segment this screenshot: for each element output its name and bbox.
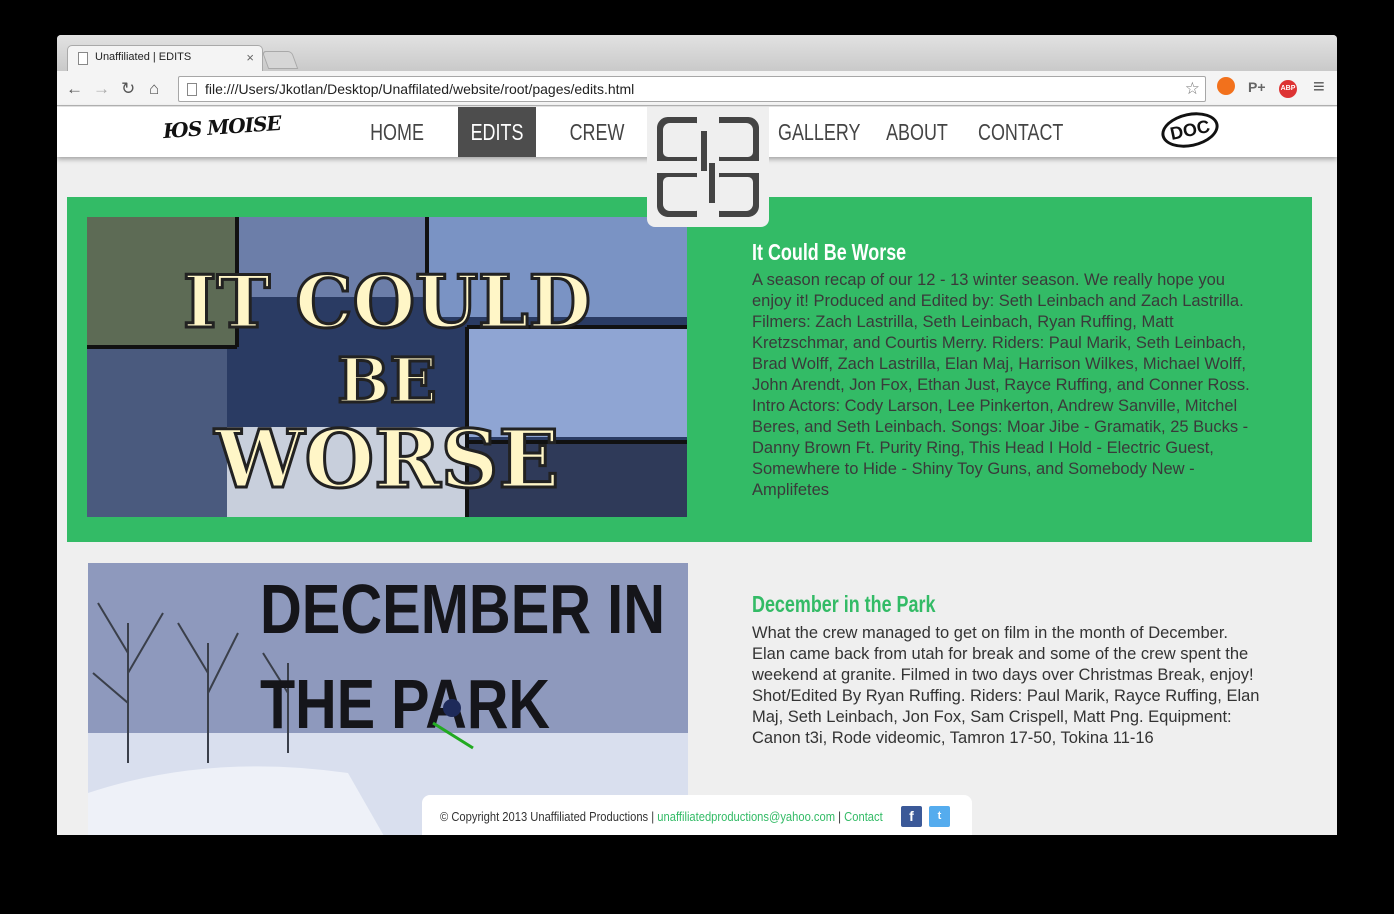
nav-home[interactable]: HOME: [358, 107, 436, 157]
browser-tab[interactable]: Unaffiliated | EDITS ×: [67, 45, 263, 71]
edit-thumbnail[interactable]: IT COULD BE WORSE: [87, 217, 687, 517]
facebook-icon[interactable]: f: [901, 806, 922, 827]
thumb-line-2: THE PARK: [260, 665, 550, 743]
browser-window: Unaffiliated | EDITS × ← → ↻ ⌂ file:///U…: [57, 35, 1337, 835]
nav-edits[interactable]: EDITS: [458, 107, 536, 157]
edit-card: IT COULD BE WORSE It Could Be Worse A se…: [67, 197, 1312, 542]
edit-description: What the crew managed to get on film in …: [752, 624, 1260, 747]
nav-crew[interactable]: CREW: [558, 107, 636, 157]
home-icon[interactable]: ⌂: [149, 79, 159, 99]
forward-icon[interactable]: →: [93, 79, 110, 99]
bookmark-star-icon[interactable]: ☆: [1185, 79, 1200, 99]
footer-separator: |: [838, 809, 842, 824]
unaffiliated-logo-icon: [657, 117, 759, 217]
tab-strip: Unaffiliated | EDITS ×: [57, 35, 1337, 71]
nav-gallery[interactable]: GALLERY: [778, 107, 860, 157]
email-link[interactable]: unaffiliatedproductions@yahoo.com: [657, 809, 835, 824]
page-icon: [187, 83, 197, 96]
new-tab-button[interactable]: [261, 51, 299, 69]
browser-toolbar: ← → ↻ ⌂ file:///Users/Jkotlan/Desktop/Un…: [57, 71, 1337, 106]
copyright-text: © Copyright 2013 Unaffiliated Production…: [440, 809, 649, 824]
close-icon[interactable]: ×: [246, 50, 254, 65]
reload-icon[interactable]: ↻: [121, 79, 135, 99]
contact-link[interactable]: Contact: [844, 809, 883, 824]
adblock-icon[interactable]: ABP: [1279, 80, 1297, 98]
brand-logo-right[interactable]: DOC: [1158, 107, 1222, 153]
edit-title[interactable]: It Could Be Worse: [752, 239, 906, 266]
extension-fire-icon[interactable]: [1217, 77, 1235, 95]
footer-separator: |: [651, 809, 655, 824]
thumb-line-3: WORSE: [214, 412, 560, 506]
extension-plus-icon[interactable]: P+: [1248, 79, 1266, 95]
site-logo[interactable]: [647, 107, 769, 227]
thumb-line-1: IT COULD: [183, 259, 591, 344]
thumb-line-1: DECEMBER IN: [260, 570, 665, 648]
address-bar[interactable]: file:///Users/Jkotlan/Desktop/Unaffilate…: [178, 76, 1206, 102]
site-footer: © Copyright 2013 Unaffiliated Production…: [422, 795, 972, 835]
website: ЮS MOISE HOME EDITS CREW GALLERY ABOUT C…: [57, 107, 1337, 835]
menu-icon[interactable]: ≡: [1313, 76, 1325, 99]
thumb-line-2: BE: [337, 344, 437, 417]
brand-logo-left[interactable]: ЮS MOISE: [162, 111, 281, 143]
page-icon: [78, 52, 88, 65]
back-icon[interactable]: ←: [66, 79, 83, 99]
url-text[interactable]: file:///Users/Jkotlan/Desktop/Unaffilate…: [205, 81, 634, 97]
nav-contact[interactable]: CONTACT: [978, 107, 1063, 157]
tab-title: Unaffiliated | EDITS: [95, 51, 192, 63]
edit-card: DECEMBER IN THE PARK December in the Par…: [67, 543, 1312, 835]
edit-title[interactable]: December in the Park: [752, 591, 935, 618]
edit-description: A season recap of our 12 - 13 winter sea…: [752, 271, 1250, 499]
nav-about[interactable]: ABOUT: [878, 107, 956, 157]
twitter-icon[interactable]: t: [929, 806, 950, 827]
